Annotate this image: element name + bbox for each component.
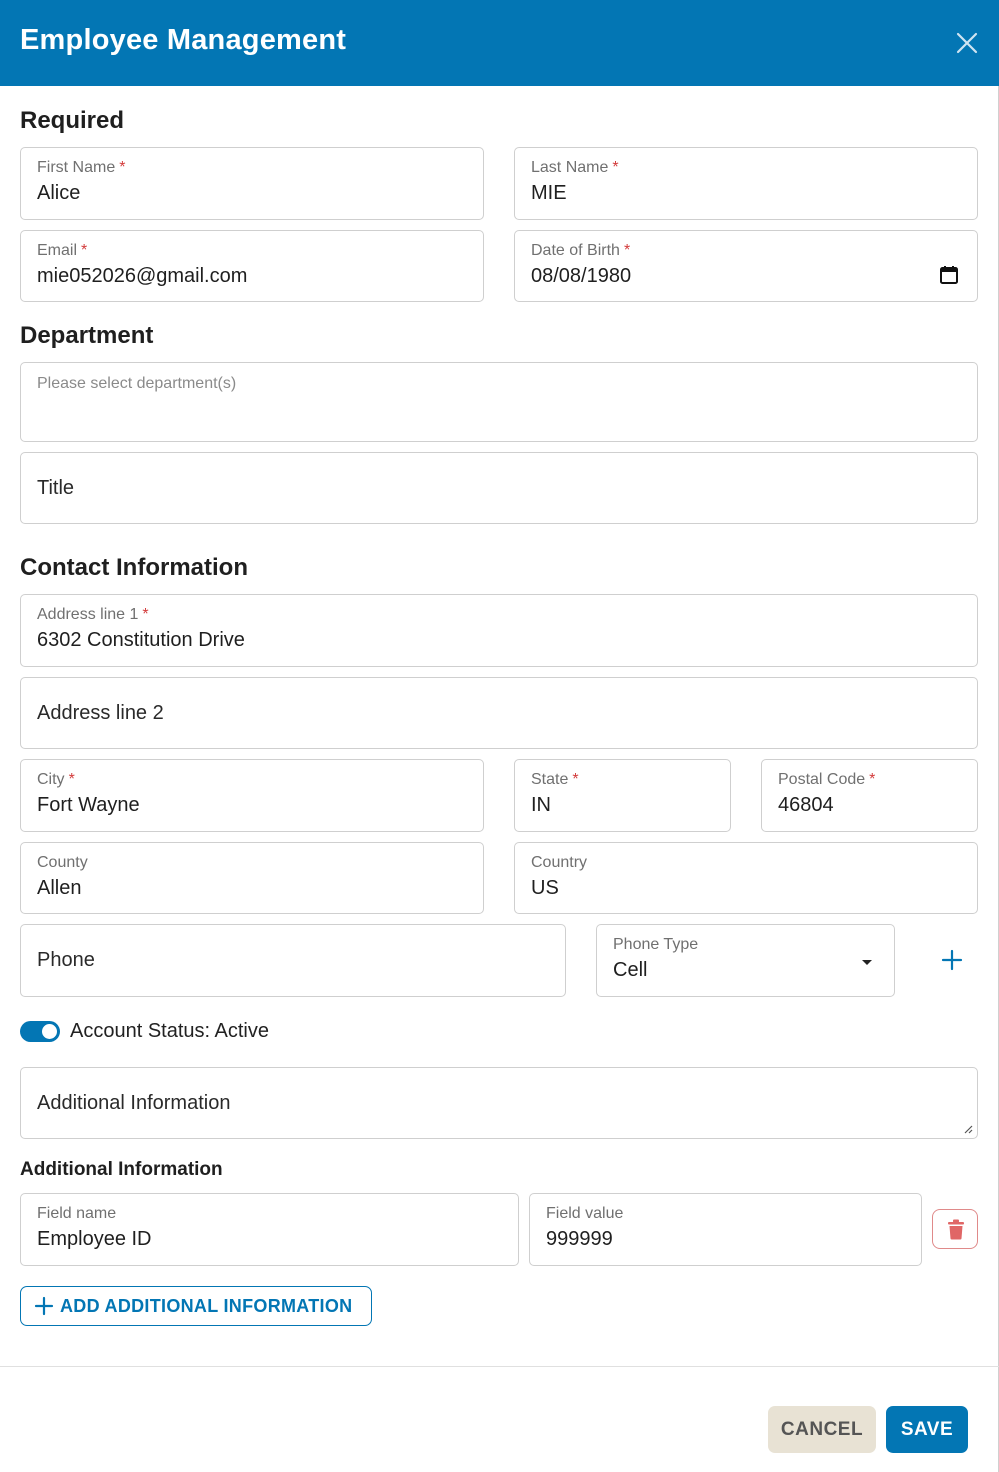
add-additional-information-label: ADD ADDITIONAL INFORMATION <box>60 1296 353 1316</box>
last-name-field[interactable]: Last Name * MIE <box>514 147 978 220</box>
country-label: Country <box>531 854 588 871</box>
county-label: County <box>37 854 88 871</box>
phone-type-select[interactable]: Phone Type Cell <box>596 924 895 997</box>
phone-input[interactable]: Phone <box>20 924 566 997</box>
phone-type-value: Cell <box>613 959 648 981</box>
dialog-header: Employee Management <box>0 0 999 86</box>
address-line-2-input[interactable]: Address line 2 <box>20 677 978 749</box>
save-button[interactable]: SAVE <box>886 1406 968 1453</box>
dialog-title: Employee Management <box>20 24 347 56</box>
city-value: Fort Wayne <box>37 794 140 816</box>
chevron-down-icon <box>862 960 872 965</box>
calendar-icon[interactable] <box>939 265 959 285</box>
plus-icon <box>34 1296 54 1316</box>
email-value: mie052026@gmail.com <box>37 265 248 287</box>
county-value: Allen <box>37 877 82 899</box>
address-line-2-placeholder: Address line 2 <box>37 701 164 724</box>
field-name-value: Employee ID <box>37 1228 152 1250</box>
field-name-label: Field name <box>37 1205 117 1222</box>
department-select[interactable]: Please select department(s) <box>20 362 978 442</box>
footer-divider <box>0 1366 999 1367</box>
field-value-label: Field value <box>546 1205 624 1222</box>
department-placeholder: Please select department(s) <box>37 375 237 392</box>
first-name-field[interactable]: First Name * Alice <box>20 147 484 220</box>
phone-placeholder: Phone <box>37 949 95 971</box>
toggle-knob <box>42 1024 57 1039</box>
title-input[interactable]: Title <box>20 452 978 524</box>
section-title-additional: Additional Information <box>20 1159 223 1180</box>
account-status-toggle[interactable] <box>20 1021 60 1042</box>
date-of-birth-label: Date of Birth * <box>531 242 631 259</box>
email-field[interactable]: Email * mie052026@gmail.com <box>20 230 484 302</box>
email-label: Email * <box>37 242 88 259</box>
trash-icon <box>948 1219 964 1240</box>
first-name-value: Alice <box>37 182 81 204</box>
section-title-contact: Contact Information <box>20 554 248 581</box>
state-value: IN <box>531 794 551 816</box>
additional-information-placeholder: Additional Information <box>37 1091 231 1114</box>
resize-handle-icon[interactable] <box>963 1124 973 1134</box>
city-label: City * <box>37 771 75 788</box>
country-value: US <box>531 877 559 899</box>
county-field[interactable]: County Allen <box>20 842 484 914</box>
country-field[interactable]: Country US <box>514 842 978 914</box>
close-icon[interactable] <box>952 28 982 58</box>
address-line-1-label: Address line 1 * <box>37 606 149 623</box>
field-value-value: 999999 <box>546 1228 613 1250</box>
date-of-birth-field[interactable]: Date of Birth * 08/08/1980 <box>514 230 978 302</box>
section-title-department: Department <box>20 322 154 349</box>
city-field[interactable]: City * Fort Wayne <box>20 759 484 832</box>
address-line-1-field[interactable]: Address line 1 * 6302 Constitution Drive <box>20 594 978 667</box>
add-additional-information-button[interactable]: ADD ADDITIONAL INFORMATION <box>20 1286 372 1326</box>
add-phone-icon[interactable] <box>939 947 965 973</box>
phone-type-label: Phone Type <box>613 936 699 953</box>
last-name-value: MIE <box>531 182 567 204</box>
first-name-label: First Name * <box>37 159 126 176</box>
postal-code-label: Postal Code * <box>778 771 876 788</box>
employee-management-dialog: Employee Management Required First Name *… <box>0 0 999 1472</box>
title-placeholder: Title <box>37 476 75 499</box>
delete-field-button[interactable] <box>932 1209 978 1249</box>
address-line-1-value: 6302 Constitution Drive <box>37 629 245 651</box>
section-title-required: Required <box>20 107 125 134</box>
postal-code-field[interactable]: Postal Code * 46804 <box>761 759 978 832</box>
state-field[interactable]: State * IN <box>514 759 731 832</box>
state-label: State * <box>531 771 579 788</box>
account-status-label: Account Status: Active <box>70 1020 269 1042</box>
cancel-button[interactable]: CANCEL <box>768 1406 876 1453</box>
postal-code-value: 46804 <box>778 794 834 816</box>
date-of-birth-value: 08/08/1980 <box>531 265 632 287</box>
field-name-input[interactable]: Field name Employee ID <box>20 1193 519 1266</box>
additional-information-textarea[interactable]: Additional Information <box>20 1067 978 1139</box>
last-name-label: Last Name * <box>531 159 619 176</box>
field-value-input[interactable]: Field value 999999 <box>529 1193 922 1266</box>
